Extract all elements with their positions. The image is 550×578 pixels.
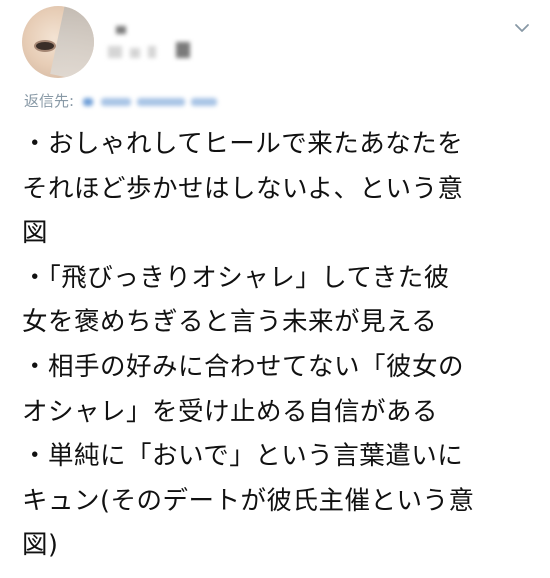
tweet-card: 返信先: ・おしゃれしてヒールで来たあなたを それほど歩かせはしないよ、という意… [0, 0, 550, 578]
reply-handle-redacted[interactable] [82, 94, 223, 110]
tweet-text: ・おしゃれしてヒールで来たあなたを それほど歩かせはしないよ、という意 図 ・「… [22, 122, 532, 568]
tweet-line: ・相手の好みに合わせてない「彼女の [22, 351, 465, 382]
tweet-line: 女を褒めちぎると言う未来が見える [22, 307, 438, 338]
tweet-line: キュン(そのデートが彼氏主催という意 [22, 485, 475, 516]
tweet-line: ・「飛びっきりオシャレ」してきた彼 [22, 262, 450, 293]
reply-to: 返信先: [24, 90, 223, 112]
tweet-line: オシャレ」を受け止める自信がある [22, 396, 439, 427]
reply-label: 返信先: [24, 92, 75, 110]
tweet-line: それほど歩かせはしないよ、という意 [22, 173, 464, 204]
tweet-line: ・単純に「おいで」という言葉遣いに [22, 441, 464, 472]
avatar-eye [36, 42, 54, 50]
tweet-line: 図) [22, 530, 59, 561]
chevron-down-icon[interactable] [514, 20, 530, 36]
avatar[interactable] [22, 6, 94, 78]
tweet-line: ・おしゃれしてヒールで来たあなたを [22, 129, 464, 159]
author-name-redacted[interactable] [108, 22, 228, 70]
avatar-hair [50, 6, 94, 78]
tweet-line: 図 [22, 218, 49, 249]
